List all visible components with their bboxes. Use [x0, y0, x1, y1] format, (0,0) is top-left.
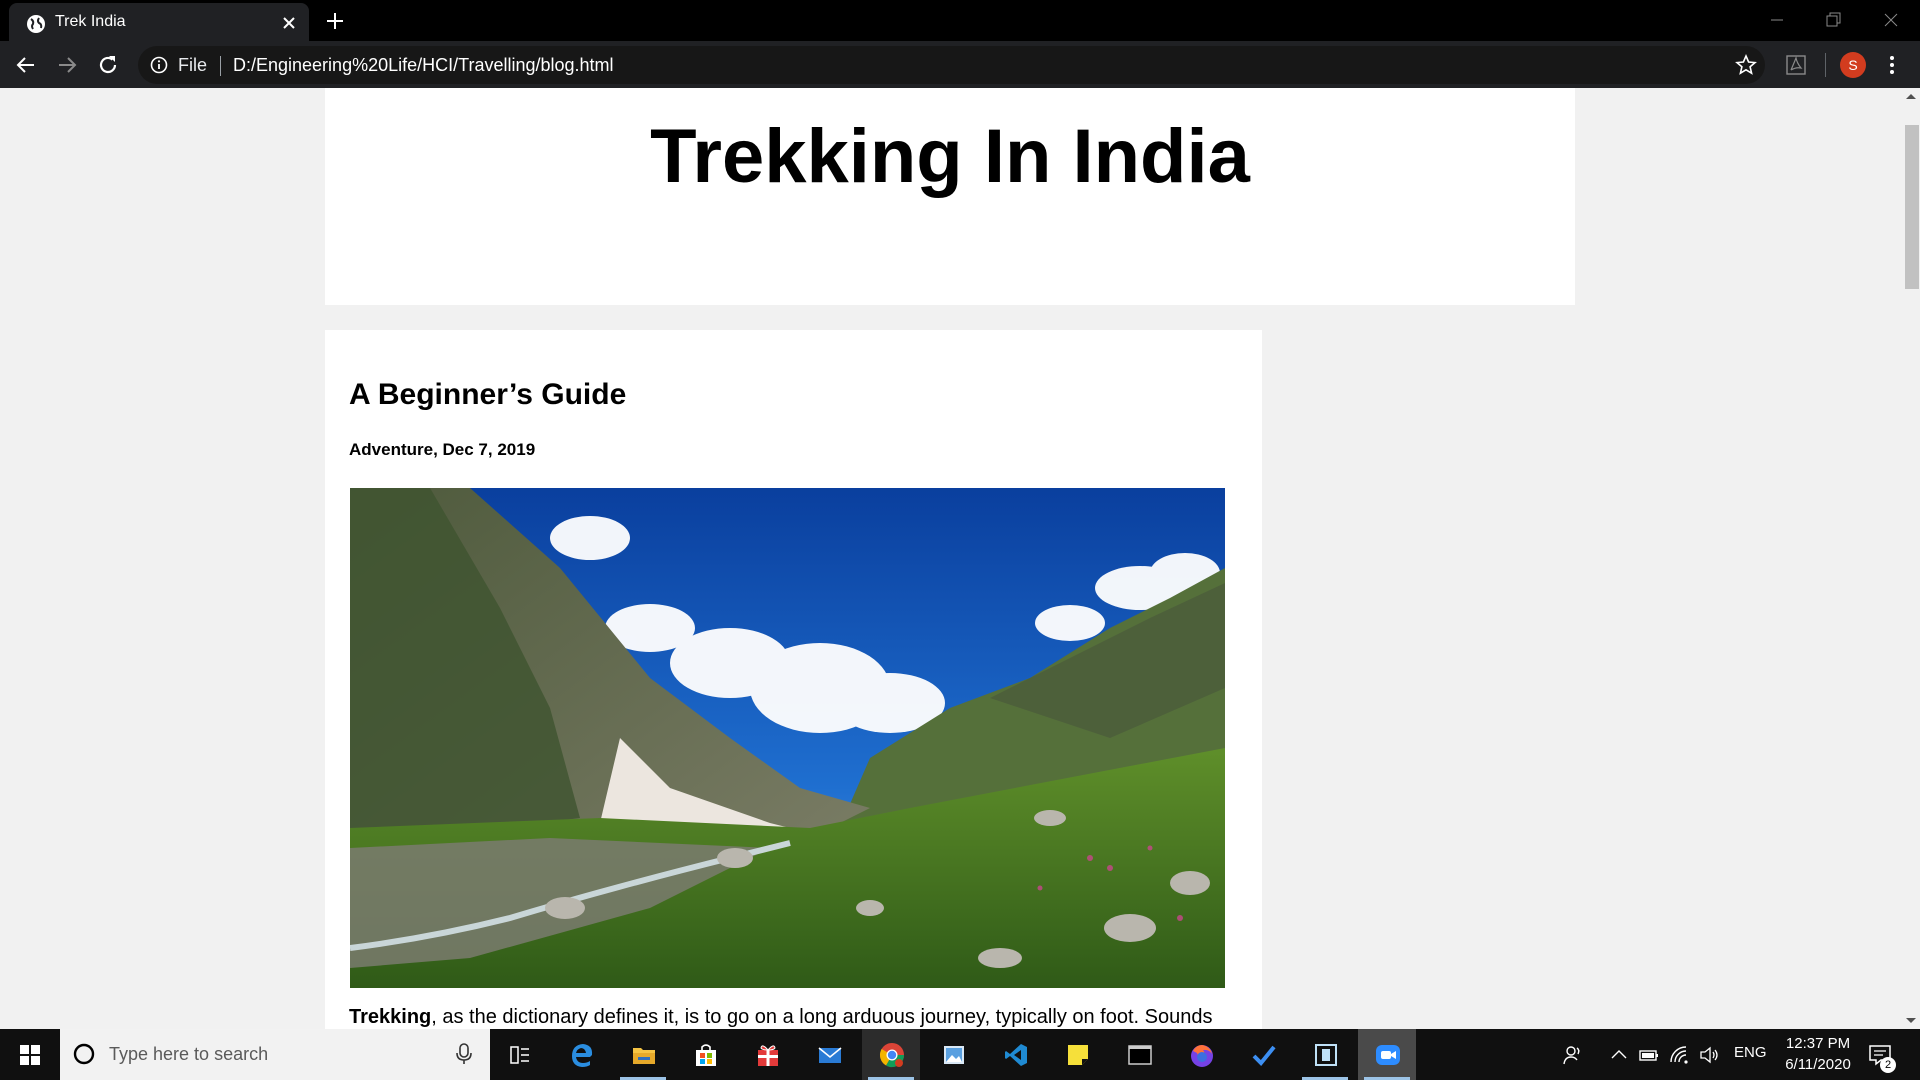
- post-excerpt: Trekking, as the dictionary defines it, …: [349, 1006, 1212, 1029]
- post-meta: Adventure, Dec 7, 2019: [349, 440, 536, 459]
- kebab-menu-icon[interactable]: [1880, 53, 1904, 77]
- input-language[interactable]: ENG: [1734, 1044, 1767, 1061]
- edge-icon: [572, 1044, 593, 1067]
- post-title: A Beginner’s Guide: [349, 378, 627, 411]
- excerpt-text: , as the dictionary defines it, is to go…: [431, 1006, 1213, 1028]
- notification-count-badge: 2: [1880, 1057, 1896, 1073]
- zoom-app[interactable]: [1358, 1029, 1416, 1080]
- excerpt-bold-term: Trekking: [349, 1006, 432, 1028]
- scroll-down-arrow-icon[interactable]: [1905, 1017, 1917, 1025]
- vscode-app[interactable]: [986, 1029, 1044, 1080]
- close-window-icon[interactable]: [1880, 9, 1902, 31]
- page-viewport: Trekking In India A Beginner’s Guide Adv…: [0, 88, 1902, 1029]
- microphone-icon[interactable]: [453, 1042, 475, 1066]
- checkmark-icon: [1252, 1045, 1276, 1066]
- battery-icon[interactable]: [1638, 1044, 1660, 1066]
- edge-app[interactable]: [552, 1029, 610, 1080]
- task-view-icon: [510, 1046, 529, 1064]
- todo-app[interactable]: [1234, 1029, 1292, 1080]
- url-text[interactable]: D:/Engineering%20Life/HCI/Travelling/blo…: [233, 55, 614, 76]
- mail-icon: [818, 1047, 842, 1063]
- tab-trek-india[interactable]: Trek India: [9, 3, 309, 41]
- firefox-icon: [1191, 1045, 1213, 1067]
- folder-icon: [633, 1048, 655, 1064]
- site-title: Trekking In India: [650, 114, 1250, 199]
- task-view-button[interactable]: [490, 1029, 548, 1080]
- wifi-icon[interactable]: [1668, 1044, 1690, 1066]
- store-icon: [696, 1044, 716, 1066]
- sticky-notes-app[interactable]: [1048, 1029, 1106, 1080]
- windows-taskbar: Type here to search ENG 12:37 PM 6/11/20…: [0, 1029, 1920, 1080]
- vertical-scrollbar[interactable]: [1902, 88, 1920, 1029]
- reload-icon[interactable]: [96, 53, 120, 77]
- scrollbar-thumb[interactable]: [1905, 125, 1919, 289]
- microsoft-store-app[interactable]: [676, 1029, 734, 1080]
- people-icon[interactable]: [1562, 1044, 1584, 1066]
- cortana-circle-icon: [73, 1043, 95, 1065]
- scroll-up-arrow-icon[interactable]: [1905, 92, 1917, 100]
- photos-app[interactable]: [924, 1029, 982, 1080]
- windows-logo-icon: [20, 1045, 40, 1065]
- close-tab-icon[interactable]: [281, 15, 297, 31]
- browser-toolbar: File D:/Engineering%20Life/HCI/Travellin…: [0, 41, 1920, 88]
- search-placeholder: Type here to search: [109, 1044, 269, 1064]
- snipping-app[interactable]: [1296, 1029, 1354, 1080]
- profile-avatar[interactable]: S: [1840, 52, 1866, 78]
- site-header: Trekking In India: [325, 88, 1575, 305]
- sticky-notes-icon: [1068, 1045, 1088, 1065]
- new-tab-icon[interactable]: [325, 11, 345, 31]
- start-button[interactable]: [0, 1029, 60, 1080]
- minimize-icon[interactable]: [1766, 9, 1788, 31]
- photos-icon: [944, 1046, 964, 1064]
- vscode-icon: [1005, 1044, 1027, 1066]
- terminal-app[interactable]: [1110, 1029, 1168, 1080]
- info-icon[interactable]: [150, 56, 168, 74]
- forward-arrow-icon[interactable]: [55, 53, 79, 77]
- volume-icon[interactable]: [1698, 1044, 1720, 1066]
- url-separator: [220, 56, 221, 76]
- snip-icon: [1315, 1044, 1337, 1066]
- back-arrow-icon[interactable]: [14, 53, 38, 77]
- zoom-icon: [1376, 1045, 1400, 1065]
- system-clock[interactable]: 12:37 PM 6/11/2020: [1768, 1033, 1868, 1075]
- file-explorer-app[interactable]: [614, 1029, 672, 1080]
- url-scheme-label: File: [178, 55, 208, 75]
- gift-app[interactable]: [738, 1029, 796, 1080]
- clock-time: 12:37 PM: [1785, 1035, 1851, 1052]
- chrome-app[interactable]: [862, 1029, 920, 1080]
- gift-icon: [758, 1045, 778, 1066]
- toolbar-separator: [1825, 53, 1826, 77]
- taskbar-search-box[interactable]: Type here to search: [60, 1029, 490, 1080]
- blog-post-card: A Beginner’s Guide Adventure, Dec 7, 201…: [325, 330, 1262, 1029]
- bookmark-star-icon[interactable]: [1734, 53, 1758, 77]
- address-bar[interactable]: File D:/Engineering%20Life/HCI/Travellin…: [138, 46, 1765, 84]
- pdf-extension-icon[interactable]: [1784, 53, 1808, 77]
- post-image: [350, 488, 1225, 988]
- chrome-icon: [879, 1043, 904, 1068]
- firefox-app[interactable]: [1172, 1029, 1230, 1080]
- tab-title: Trek India: [55, 13, 126, 30]
- globe-icon: [27, 15, 45, 33]
- terminal-icon: [1128, 1045, 1152, 1065]
- restore-icon[interactable]: [1822, 9, 1844, 31]
- clock-date: 6/11/2020: [1785, 1056, 1851, 1073]
- chevron-up-icon[interactable]: [1608, 1044, 1630, 1066]
- mail-app[interactable]: [800, 1029, 858, 1080]
- browser-tab-strip: Trek India: [0, 0, 1920, 41]
